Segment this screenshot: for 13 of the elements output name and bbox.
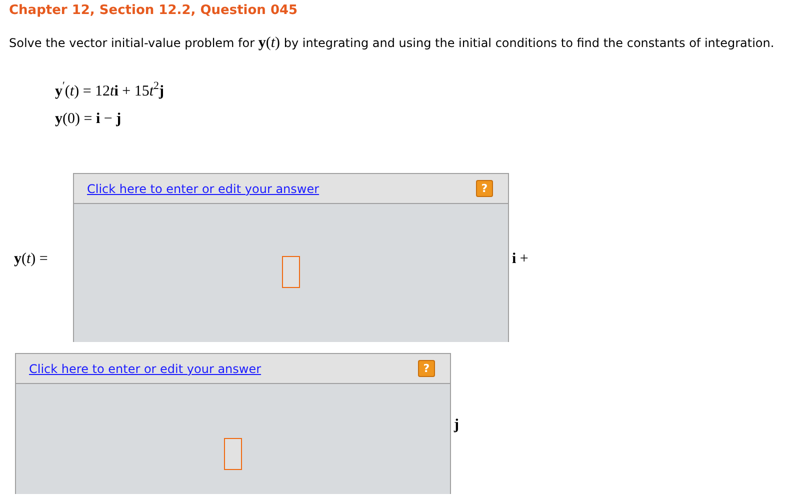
empty-answer-slot — [282, 256, 300, 288]
equation: y$^{′}$(t) = 12ti + 15t$^{2}$j — [55, 80, 166, 100]
answer-box[interactable]: Click here to enter or edit your answer ? — [15, 353, 451, 494]
answer-label: y(t) = — [14, 250, 49, 268]
vector-term: j — [454, 416, 459, 434]
edit-answer-link[interactable]: Click here to enter or edit your answer — [29, 362, 262, 376]
edit-answer-link[interactable]: Click here to enter or edit your answer — [87, 182, 320, 196]
equation: y(0) = i − j — [55, 110, 122, 128]
vector-term: i + — [512, 250, 528, 268]
answer-box[interactable]: Click here to enter or edit your answer ? — [73, 173, 509, 342]
empty-answer-slot — [224, 438, 242, 470]
question-prompt: Solve the vector initial-value problem for y(t) by integrating and using the initial conditions to find the constants of integration. — [9, 35, 776, 52]
question-title: Chapter 12, Section 12.2, Question 045 — [8, 2, 299, 18]
